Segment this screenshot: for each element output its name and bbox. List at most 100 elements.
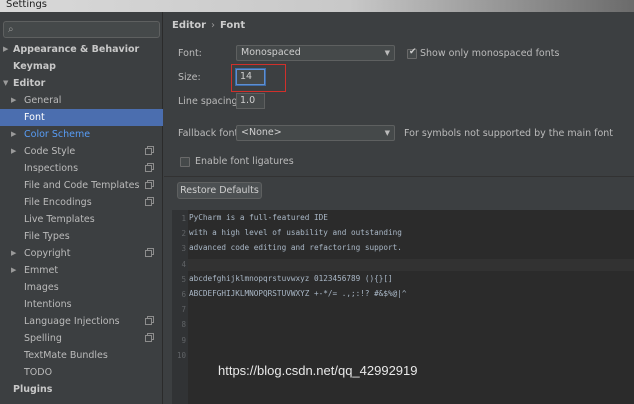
- copy-icon: [145, 318, 152, 325]
- sidebar-item-label: Intentions: [24, 299, 72, 310]
- fallback-font-hint: For symbols not supported by the main fo…: [404, 128, 614, 139]
- sidebar-item-label: TODO: [24, 367, 53, 378]
- sidebar-item-editor[interactable]: ▼ Editor: [0, 75, 163, 92]
- show-monospaced-label: Show only monospaced fonts: [420, 48, 560, 59]
- sidebar-item-label: Color Scheme: [24, 129, 91, 140]
- copy-icon: [145, 250, 152, 257]
- settings-search-input[interactable]: ⌕: [3, 21, 160, 38]
- section-divider: [164, 176, 634, 177]
- sidebar-item-inspections[interactable]: Inspections: [0, 160, 163, 177]
- sidebar-item-label: Editor: [13, 78, 46, 89]
- sidebar-item-color-scheme[interactable]: ▶ Color Scheme: [0, 126, 163, 143]
- settings-sidebar: ⌕ ▶ Appearance & Behavior Keymap ▼ Editor ▶ Ge…: [0, 12, 163, 404]
- sidebar-item-label: Spelling: [24, 333, 62, 344]
- sidebar-item-label: Copyright: [24, 248, 71, 259]
- search-icon: ⌕: [8, 24, 14, 35]
- sidebar-item-textmate-bundles[interactable]: TextMate Bundles: [0, 347, 163, 364]
- copy-icon: [145, 182, 152, 189]
- sidebar-item-label: Language Injections: [24, 316, 120, 327]
- line-number-gutter: 1 2 3 4 5 6 7 8 9 10: [172, 210, 188, 404]
- copy-icon: [145, 335, 152, 342]
- expand-arrow-icon[interactable]: ▶: [11, 92, 16, 109]
- line-number: 7: [181, 305, 186, 315]
- copy-icon: [145, 148, 152, 155]
- line-number: 10: [176, 350, 186, 360]
- sidebar-item-keymap[interactable]: Keymap: [0, 58, 163, 75]
- line-number: 5: [181, 274, 186, 284]
- collapse-arrow-icon[interactable]: ▼: [3, 75, 8, 92]
- breadcrumb-current: Font: [220, 20, 246, 31]
- sidebar-item-plugins[interactable]: Plugins: [0, 381, 163, 398]
- sidebar-item-label: File Types: [24, 231, 70, 242]
- sidebar-item-file-and-code-templates[interactable]: File and Code Templates: [0, 177, 163, 194]
- fallback-font-label: Fallback font:: [178, 128, 242, 139]
- sidebar-item-code-style[interactable]: ▶ Code Style: [0, 143, 163, 160]
- preview-line: ABCDEFGHIJKLMNOPQRSTUVWXYZ +-*/= .,;:!? …: [189, 289, 407, 298]
- font-family-select[interactable]: Monospaced ▼: [236, 45, 395, 61]
- preview-line: PyCharm is a full-featured IDE: [189, 213, 328, 222]
- line-number: 6: [181, 290, 186, 299]
- sidebar-item-general[interactable]: ▶ General: [0, 92, 163, 109]
- watermark-text: https://blog.csdn.net/qq_42992919: [218, 363, 418, 378]
- line-number: 4: [181, 259, 186, 269]
- sidebar-item-label: Font: [24, 112, 45, 123]
- sidebar-item-language-injections[interactable]: Language Injections: [0, 313, 163, 330]
- fallback-font-value: <None>: [241, 127, 282, 138]
- line-spacing-value: 1.0: [240, 95, 256, 106]
- expand-arrow-icon[interactable]: ▶: [3, 41, 8, 58]
- font-settings-panel: Editor › Font Font: Monospaced ▼ ✔ Show on…: [164, 12, 634, 404]
- line-spacing-input[interactable]: 1.0: [236, 93, 265, 109]
- sidebar-item-label: Plugins: [13, 384, 53, 395]
- sidebar-item-label: TextMate Bundles: [24, 350, 108, 361]
- show-monospaced-checkbox[interactable]: ✔: [407, 47, 417, 59]
- font-ligatures-checkbox[interactable]: [180, 157, 190, 167]
- sidebar-item-copyright[interactable]: ▶ Copyright: [0, 245, 163, 262]
- highlight-box: [231, 64, 286, 92]
- line-number: 2: [181, 229, 186, 239]
- restore-defaults-button[interactable]: Restore Defaults: [177, 182, 262, 199]
- fallback-font-select[interactable]: <None> ▼: [236, 125, 395, 141]
- breadcrumb-separator: ›: [211, 20, 215, 31]
- window-title: Settings: [6, 0, 48, 10]
- sidebar-item-label: Code Style: [24, 146, 76, 157]
- copy-icon: [145, 199, 152, 206]
- line-number: 3: [181, 244, 186, 254]
- settings-tree: ▶ Appearance & Behavior Keymap ▼ Editor ▶ Gene…: [0, 41, 163, 398]
- sidebar-item-font[interactable]: Font: [0, 109, 163, 126]
- size-label: Size:: [178, 72, 201, 83]
- sidebar-item-label: Live Templates: [24, 214, 95, 225]
- sidebar-item-label: Inspections: [24, 163, 79, 174]
- checkmark-icon: ✔: [409, 47, 417, 57]
- sidebar-item-spelling[interactable]: Spelling: [0, 330, 163, 347]
- breadcrumb: Editor › Font: [172, 20, 245, 31]
- sidebar-item-label: File and Code Templates: [24, 180, 140, 191]
- line-number: 9: [181, 335, 186, 345]
- chevron-down-icon: ▼: [384, 129, 390, 137]
- sidebar-item-intentions[interactable]: Intentions: [0, 296, 163, 313]
- expand-arrow-icon[interactable]: ▶: [11, 245, 16, 262]
- sidebar-item-emmet[interactable]: ▶ Emmet: [0, 262, 163, 279]
- preview-line: with a high level of usability and outst…: [189, 228, 402, 238]
- expand-arrow-icon[interactable]: ▶: [11, 126, 16, 143]
- sidebar-item-label: Keymap: [13, 61, 56, 72]
- sidebar-item-live-templates[interactable]: Live Templates: [0, 211, 163, 228]
- font-ligatures-label: Enable font ligatures: [195, 156, 294, 167]
- sidebar-item-todo[interactable]: TODO: [0, 364, 163, 381]
- line-number: 8: [181, 320, 186, 330]
- breadcrumb-parent[interactable]: Editor: [172, 20, 206, 31]
- copy-icon: [145, 165, 152, 172]
- line-spacing-label: Line spacing:: [178, 96, 241, 107]
- font-label: Font:: [178, 48, 202, 59]
- sidebar-item-file-types[interactable]: File Types: [0, 228, 163, 245]
- sidebar-item-file-encodings[interactable]: File Encodings: [0, 194, 163, 211]
- caret-line-highlight: [188, 259, 634, 271]
- sidebar-item-label: Images: [24, 282, 59, 293]
- font-family-value: Monospaced: [241, 47, 301, 58]
- sidebar-item-images[interactable]: Images: [0, 279, 163, 296]
- sidebar-item-label: Appearance & Behavior: [13, 44, 140, 55]
- title-bar: Settings: [0, 0, 634, 12]
- expand-arrow-icon[interactable]: ▶: [11, 262, 16, 279]
- sidebar-item-appearance-behavior[interactable]: ▶ Appearance & Behavior: [0, 41, 163, 58]
- chevron-down-icon: ▼: [384, 49, 390, 57]
- expand-arrow-icon[interactable]: ▶: [11, 143, 16, 160]
